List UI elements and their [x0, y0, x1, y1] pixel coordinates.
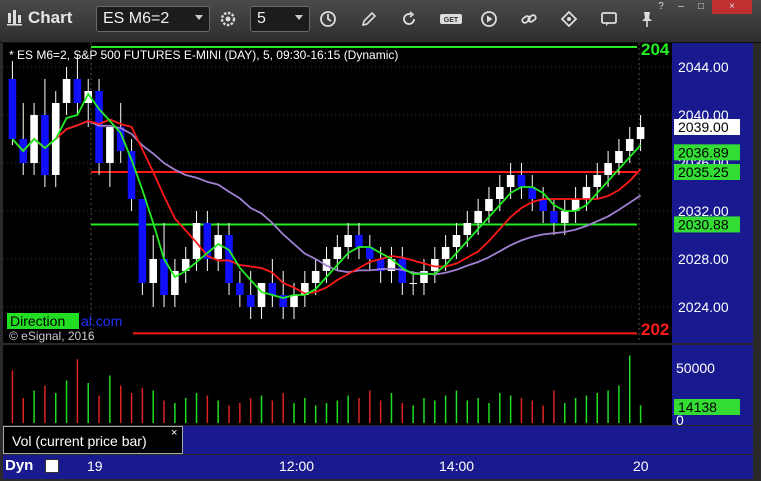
candle-body [604, 163, 612, 175]
refresh-icon[interactable] [398, 8, 420, 30]
symbol-select[interactable]: ES M6=2 [96, 6, 210, 32]
maximize-label: □ [697, 1, 705, 12]
top-line-label: 204 [641, 43, 670, 59]
candle-body [485, 199, 493, 211]
chart-header: * ES M6=2, S&P 500 FUTURES E-MINI (DAY),… [9, 48, 398, 62]
time-label: 20 [633, 458, 649, 474]
candle-body [550, 211, 558, 223]
chevron-down-icon [195, 15, 203, 20]
comment-icon[interactable] [598, 8, 620, 30]
price-tick: 2028.00 [678, 251, 729, 267]
bottom-line-label: 202 [641, 320, 669, 339]
price-plot[interactable]: * ES M6=2, S&P 500 FUTURES E-MINI (DAY),… [3, 40, 672, 343]
close-label: × [729, 1, 735, 12]
get-icon[interactable]: GET [438, 8, 464, 30]
volume-tag-text: 14138 [678, 399, 717, 415]
candle-body [636, 127, 645, 139]
time-label: 19 [87, 458, 103, 474]
diamond-icon[interactable] [558, 8, 580, 30]
candle-body [8, 79, 17, 139]
interval-select[interactable]: 5 [250, 6, 310, 32]
dynamic-label: Dyn [5, 457, 34, 474]
candle-body [355, 235, 363, 247]
candle-body [474, 211, 482, 223]
symbol-value: ES M6=2 [103, 10, 170, 27]
candle-body [463, 223, 472, 235]
candle-body [506, 175, 515, 187]
close-study-icon[interactable]: × [171, 427, 177, 439]
toolbar: Chart ES M6=2 5 GET ? – □ × [0, 0, 761, 43]
volume-axis: 50000 0 14138 [672, 345, 753, 428]
candle-body [517, 175, 526, 187]
minimize-label: – [678, 1, 684, 12]
candle-body [246, 295, 255, 307]
help-button[interactable]: ? [652, 0, 670, 14]
price-tag-text: 2036.89 [678, 144, 729, 160]
dynamic-toggle-icon[interactable] [45, 459, 59, 473]
candle-body [138, 199, 147, 283]
chevron-down-icon [295, 15, 303, 20]
study-strip [183, 426, 753, 454]
candle-body [615, 151, 623, 163]
link-icon[interactable] [518, 8, 540, 30]
gear-icon[interactable] [217, 8, 239, 30]
interval-value: 5 [257, 10, 266, 27]
candle-body [582, 187, 591, 199]
price-tick: 2024.00 [678, 299, 729, 315]
candle-body [333, 247, 342, 259]
candle-body [268, 283, 277, 295]
candle-body [539, 199, 547, 211]
price-tick: 2044.00 [678, 59, 729, 75]
volume-study-tab[interactable]: Vol (current price bar) [3, 426, 183, 454]
time-axis[interactable]: Dyn 19 12:00 14:00 20 [3, 455, 672, 479]
clock-icon[interactable] [317, 8, 339, 30]
chart-title-text: Chart [28, 8, 73, 27]
candle-body [192, 223, 201, 259]
candle-body [495, 187, 504, 199]
price-tag-text: 2030.88 [678, 216, 729, 232]
time-label: 12:00 [279, 458, 315, 474]
candle-body [290, 295, 298, 307]
candle-body [95, 91, 103, 163]
bar-chart-icon [6, 9, 22, 27]
close-button[interactable]: × [712, 0, 752, 14]
candle-body [149, 259, 158, 283]
candle-body [257, 283, 266, 307]
time-axis-corner [672, 455, 753, 479]
chart-title: Chart [6, 8, 72, 28]
svg-text:GET: GET [444, 17, 459, 24]
maximize-button[interactable]: □ [692, 0, 710, 14]
candle-body [593, 175, 602, 187]
chart-window: Chart ES M6=2 5 GET ? – □ × * ES M6=2, S… [0, 0, 761, 481]
close-study-glyph: × [171, 427, 178, 439]
price-tag-text: 2039.00 [678, 119, 729, 135]
volume-study-label: Vol (current price bar) [12, 433, 147, 449]
price-axis[interactable]: 2044.00 2040.00 2036.00 2032.00 2028.00 2024.… [672, 43, 753, 343]
volume-plot[interactable] [3, 345, 672, 425]
watermark-text: al.com [81, 313, 122, 329]
price-tag-text: 2035.25 [678, 164, 729, 180]
candle-body [62, 79, 71, 103]
candle-body [225, 235, 233, 283]
candle-body [409, 283, 417, 284]
candle-body [441, 247, 450, 259]
play-icon[interactable] [478, 8, 500, 30]
candle-body [311, 271, 320, 283]
candle-body [452, 235, 461, 247]
help-label: ? [658, 1, 664, 12]
candle-body [106, 127, 114, 163]
candle-body [73, 79, 82, 103]
copyright-text: © eSignal, 2016 [9, 329, 95, 343]
candle-body [344, 235, 352, 247]
candle-body [625, 139, 634, 151]
time-label: 14:00 [439, 458, 475, 474]
volume-tick: 50000 [676, 360, 715, 376]
candle-body [560, 211, 569, 223]
candle-body [236, 283, 244, 295]
minimize-button[interactable]: – [672, 0, 690, 14]
watermark-label: Direction [10, 313, 65, 329]
pencil-icon[interactable] [358, 8, 380, 30]
